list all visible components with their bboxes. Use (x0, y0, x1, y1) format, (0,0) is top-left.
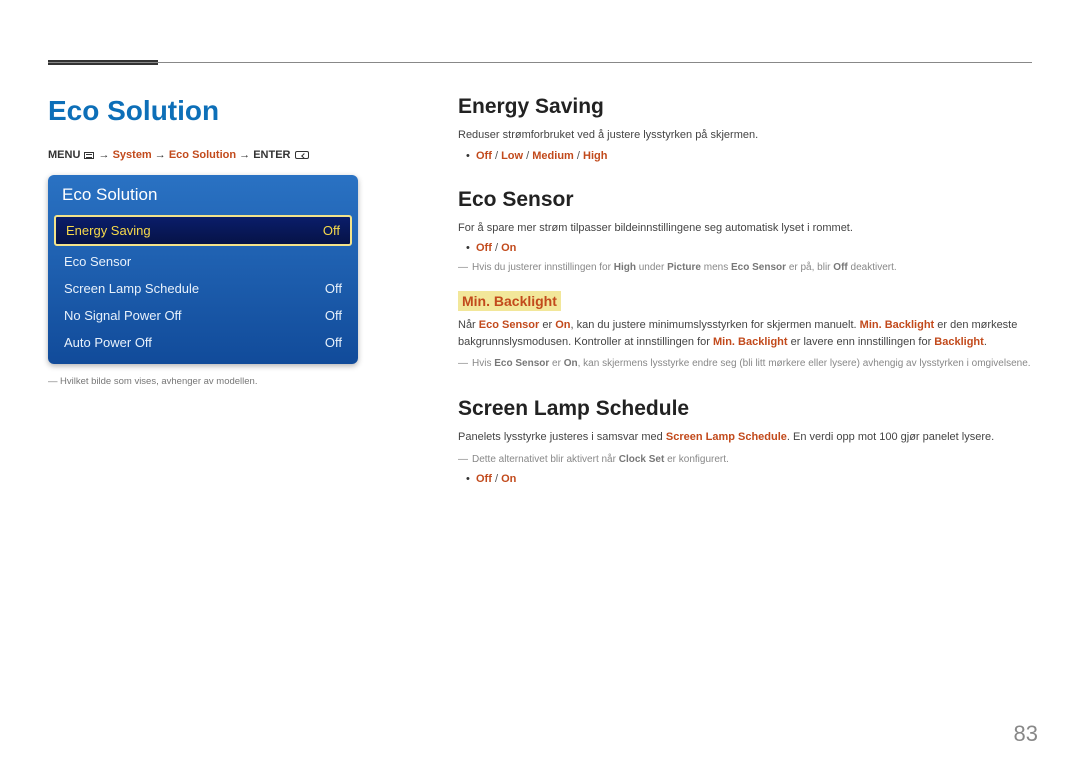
page-number: 83 (1014, 721, 1038, 747)
page-title: Eco Solution (48, 95, 428, 127)
osd-menu: Eco Solution Energy Saving Off Eco Senso… (48, 175, 358, 364)
osd-row-energy-saving[interactable]: Energy Saving Off (54, 215, 352, 246)
opt-high: High (583, 150, 607, 162)
heading-eco-sensor: Eco Sensor (458, 188, 1032, 212)
desc-min-backlight: Når Eco Sensor er On, kan du justere min… (458, 317, 1032, 350)
breadcrumb-enter: ENTER (253, 149, 290, 161)
osd-label: No Signal Power Off (64, 308, 182, 323)
opt-on: On (501, 473, 516, 485)
osd-label: Screen Lamp Schedule (64, 281, 199, 296)
osd-row-eco-sensor[interactable]: Eco Sensor (54, 248, 352, 275)
desc-screen-lamp: Panelets lysstyrke justeres i samsvar me… (458, 429, 1032, 446)
page-content: Eco Solution MENU → System → Eco Solutio… (48, 95, 1032, 743)
arrow-1: → (99, 149, 113, 161)
osd-value: Off (325, 308, 342, 323)
opt-on: On (501, 242, 516, 254)
breadcrumb: MENU → System → Eco Solution → ENTER (48, 149, 428, 161)
arrow-2: → (155, 149, 169, 161)
osd-label: Energy Saving (66, 223, 151, 238)
opt-medium: Medium (532, 150, 574, 162)
desc-eco-sensor: For å spare mer strøm tilpasser bildeinn… (458, 220, 1032, 237)
arrow-3: → (239, 149, 253, 161)
note-min-backlight: Hvis Eco Sensor er On, kan skjermens lys… (458, 356, 1032, 371)
heading-energy-saving: Energy Saving (458, 95, 1032, 119)
osd-label: Eco Sensor (64, 254, 131, 269)
note-screen-lamp: Dette alternativet blir aktivert når Clo… (458, 452, 1032, 467)
opt-off: Off (476, 473, 492, 485)
options-eco-sensor: Off / On (476, 242, 1032, 254)
osd-row-screen-lamp[interactable]: Screen Lamp Schedule Off (54, 275, 352, 302)
options-screen-lamp: Off / On (476, 473, 1032, 485)
menu-icon (84, 152, 94, 159)
heading-screen-lamp: Screen Lamp Schedule (458, 397, 1032, 421)
osd-title: Eco Solution (48, 175, 358, 213)
osd-rows: Energy Saving Off Eco Sensor Screen Lamp… (48, 215, 358, 364)
osd-row-no-signal[interactable]: No Signal Power Off Off (54, 302, 352, 329)
osd-value: Off (325, 281, 342, 296)
opt-off: Off (476, 242, 492, 254)
desc-energy-saving: Reduser strømforbruket ved å justere lys… (458, 127, 1032, 144)
left-column: Eco Solution MENU → System → Eco Solutio… (48, 95, 428, 743)
subheading-min-backlight: Min. Backlight (458, 291, 561, 311)
note-eco-sensor: Hvis du justerer innstillingen for High … (458, 260, 1032, 275)
opt-low: Low (501, 150, 523, 162)
opt-off: Off (476, 150, 492, 162)
right-column: Energy Saving Reduser strømforbruket ved… (428, 95, 1032, 743)
left-footnote: Hvilket bilde som vises, avhenger av mod… (48, 376, 428, 387)
breadcrumb-eco: Eco Solution (169, 149, 236, 161)
header-rule (48, 62, 1032, 63)
osd-value: Off (325, 335, 342, 350)
enter-icon (295, 151, 309, 159)
osd-value: Off (323, 223, 340, 238)
osd-row-auto-power-off[interactable]: Auto Power Off Off (54, 329, 352, 356)
breadcrumb-menu: MENU (48, 149, 80, 161)
options-energy-saving: Off / Low / Medium / High (476, 150, 1032, 162)
breadcrumb-system: System (113, 149, 152, 161)
osd-label: Auto Power Off (64, 335, 152, 350)
